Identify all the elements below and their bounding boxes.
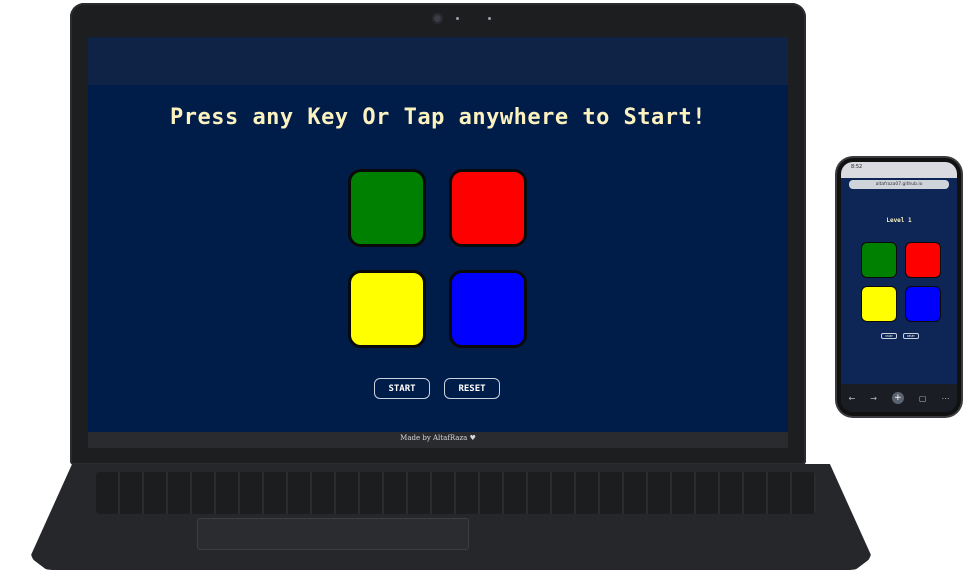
green-pad[interactable] [348,169,426,247]
red-pad[interactable] [449,169,527,247]
new-tab-icon[interactable]: + [891,392,904,404]
red-pad[interactable] [905,242,941,278]
page-title: Press any Key Or Tap anywhere to Start! [169,105,707,130]
level-title: Level 1 [886,217,912,224]
phone: 8:52 altafraza07.github.io Level 1 START… [837,158,961,416]
yellow-pad[interactable] [348,270,426,348]
more-icon[interactable]: ⋯ [941,394,949,403]
page-footer: Made by AltafRaza ♥ [88,432,788,448]
sensor-dot [488,17,491,20]
reset-button[interactable]: RESET [444,378,500,399]
phone-screen[interactable]: 8:52 altafraza07.github.io Level 1 START… [841,162,957,412]
yellow-pad[interactable] [861,286,897,322]
browser-topbar [88,37,788,85]
green-pad[interactable] [861,242,897,278]
back-icon[interactable]: ← [849,394,856,403]
forward-icon[interactable]: → [870,394,877,403]
touchpad [197,518,469,550]
phone-status-bar: 8:52 [841,162,957,178]
phone-clock: 8:52 [851,164,863,170]
tabs-icon[interactable]: ▢ [919,394,927,403]
keyboard [96,472,816,514]
reset-button[interactable]: RESET [903,333,919,339]
webcam-icon [432,13,443,24]
footer-credit: Made by AltafRaza ♥ [400,434,476,442]
blue-pad[interactable] [905,286,941,322]
sensor-dot [456,17,459,20]
browser-nav-bar: ← → + ▢ ⋯ [841,384,957,412]
address-bar[interactable]: altafraza07.github.io [849,180,949,189]
game-screen[interactable]: Press any Key Or Tap anywhere to Start! … [88,37,788,432]
start-button[interactable]: START [881,333,897,339]
start-button[interactable]: START [374,378,430,399]
blue-pad[interactable] [449,270,527,348]
laptop-lid: Press any Key Or Tap anywhere to Start! … [70,3,806,465]
